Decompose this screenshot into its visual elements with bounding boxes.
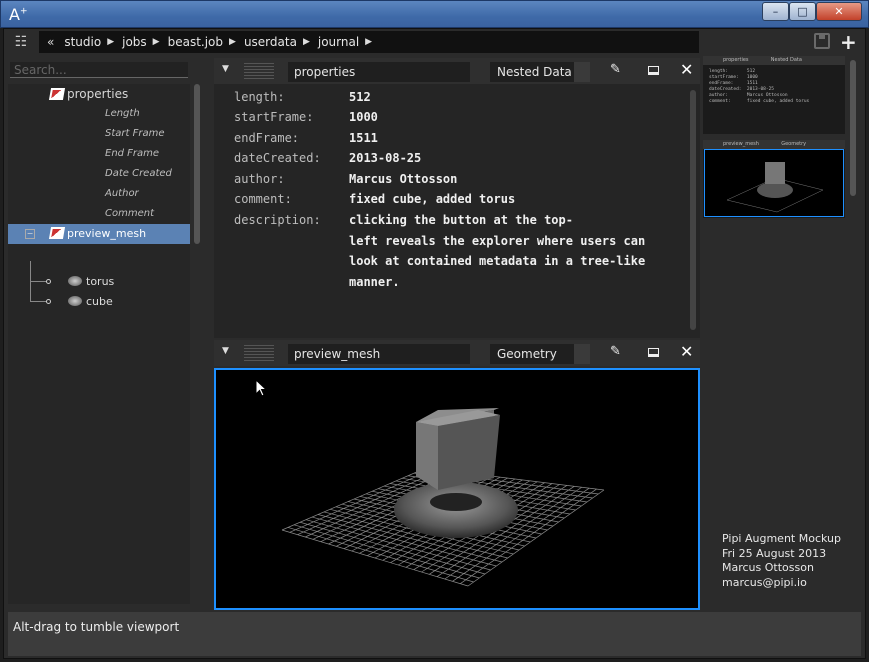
- tree-item-preview-mesh[interactable]: − preview_mesh: [8, 224, 190, 244]
- scene-render: [281, 408, 605, 587]
- search-input[interactable]: Search...: [10, 62, 188, 78]
- tree-item-cube[interactable]: cube: [68, 292, 113, 312]
- property-row: comment: fixed cube, added torus: [234, 192, 516, 206]
- tree-item-torus[interactable]: torus: [68, 272, 114, 292]
- maximize-button[interactable]: □: [789, 2, 816, 21]
- close-panel-icon[interactable]: ✕: [680, 60, 693, 79]
- credits-text: Pipi Augment Mockup Fri 25 August 2013 M…: [722, 532, 841, 589]
- breadcrumb: « studio ▶ jobs ▶ beast.job ▶ userdata ▶ jou…: [39, 31, 699, 53]
- tree-item-attribute[interactable]: Length: [105, 104, 140, 124]
- add-icon[interactable]: +: [840, 30, 857, 54]
- overview-scrollbar[interactable]: [850, 60, 856, 196]
- app-icon: A+: [9, 5, 28, 24]
- breadcrumb-item[interactable]: journal: [318, 35, 359, 49]
- tree-node-dot: [46, 279, 51, 284]
- tree-node-dot: [46, 299, 51, 304]
- panel-type-select[interactable]: Nested Data: [490, 62, 590, 82]
- breadcrumb-item[interactable]: studio: [64, 35, 101, 49]
- explorer-sidebar: Search... properties Length Start Frame …: [8, 58, 204, 610]
- toolbar: ☷ « studio ▶ jobs ▶ beast.job ▶ userdata ▶ j…: [8, 30, 861, 54]
- pencil-icon[interactable]: ✎: [610, 344, 621, 359]
- chevron-right-icon: ▶: [152, 37, 160, 47]
- mini-geometry-panel[interactable]: preview_mesh Geometry: [703, 140, 845, 218]
- panel-name-field[interactable]: preview_mesh: [288, 344, 470, 364]
- tree-item-attribute[interactable]: End Frame: [105, 144, 159, 164]
- drag-handle[interactable]: [244, 345, 274, 361]
- title-bar: A+ – □ ✕: [0, 0, 869, 28]
- description-value: clicking the button at the top- left rev…: [349, 213, 646, 289]
- save-icon[interactable]: [814, 33, 830, 49]
- minimize-button[interactable]: –: [762, 2, 789, 21]
- properties-panel: length: 512 startFrame: 1000 endFrame: 1511…: [214, 84, 700, 338]
- geometry-panel-header: ▼ preview_mesh Geometry ✎ ✕: [214, 340, 700, 366]
- tree-item-label: preview_mesh: [67, 227, 147, 240]
- status-bar: Alt-drag to tumble viewport: [8, 612, 861, 656]
- chevron-right-icon: ▶: [107, 37, 115, 47]
- property-row: author: Marcus Ottosson: [234, 172, 458, 186]
- tree-item-attribute[interactable]: Start Frame: [105, 124, 165, 144]
- node-icon: [48, 88, 66, 100]
- pencil-icon[interactable]: ✎: [610, 62, 621, 77]
- breadcrumb-item[interactable]: beast.job: [168, 35, 223, 49]
- mini-properties-panel[interactable]: properties Nested Data length: 512 start…: [703, 56, 845, 134]
- tree-item-label: torus: [86, 275, 115, 288]
- tree-item-attribute[interactable]: Date Created: [105, 164, 172, 184]
- status-text: Alt-drag to tumble viewport: [13, 620, 180, 634]
- collapse-arrow-icon[interactable]: ▼: [222, 64, 229, 74]
- chevron-right-icon: ▶: [229, 37, 236, 47]
- close-window-button[interactable]: ✕: [816, 2, 862, 21]
- property-row: startFrame: 1000: [234, 110, 378, 124]
- mini-viewport: [704, 149, 844, 217]
- cube-mesh: [416, 408, 500, 490]
- property-row: dateCreated: 2013-08-25: [234, 151, 422, 165]
- back-icon[interactable]: «: [47, 35, 54, 49]
- property-row: description:: [234, 213, 321, 227]
- panel-name-field[interactable]: properties: [288, 62, 470, 82]
- tree-item-label: properties: [67, 87, 129, 101]
- 3d-viewport[interactable]: [214, 368, 700, 610]
- property-row: endFrame: 1511: [234, 131, 378, 145]
- breadcrumb-item[interactable]: userdata: [244, 35, 297, 49]
- tree-view: properties Length Start Frame End Frame …: [8, 84, 190, 604]
- geometry-icon: [68, 296, 82, 306]
- node-icon: [48, 227, 66, 239]
- sidebar-scrollbar[interactable]: [194, 84, 200, 244]
- panel-overview: properties Nested Data length: 512 start…: [702, 56, 861, 610]
- properties-panel-header: ▼ properties Nested Data ✎ ✕: [214, 58, 700, 84]
- panel-type-select[interactable]: Geometry: [490, 344, 590, 364]
- mouse-cursor-icon: [255, 379, 267, 397]
- geometry-icon: [68, 276, 82, 286]
- tree-view-icon[interactable]: ☷: [12, 33, 30, 51]
- tree-item-attribute[interactable]: Comment: [105, 204, 154, 224]
- breadcrumb-item[interactable]: jobs: [122, 35, 147, 49]
- chevron-right-icon: ▶: [302, 37, 310, 47]
- chevron-right-icon: ▶: [365, 37, 373, 47]
- maximize-panel-icon[interactable]: [648, 348, 659, 357]
- close-panel-icon[interactable]: ✕: [680, 342, 693, 361]
- property-row: length: 512: [234, 90, 371, 104]
- collapse-arrow-icon[interactable]: ▼: [222, 346, 229, 356]
- tree-item-properties[interactable]: properties: [48, 84, 129, 104]
- maximize-panel-icon[interactable]: [648, 66, 659, 75]
- properties-scrollbar[interactable]: [690, 90, 696, 330]
- tree-item-label: cube: [86, 295, 113, 308]
- collapse-icon[interactable]: −: [25, 229, 35, 239]
- drag-handle[interactable]: [244, 63, 274, 79]
- tree-item-attribute[interactable]: Author: [105, 184, 139, 204]
